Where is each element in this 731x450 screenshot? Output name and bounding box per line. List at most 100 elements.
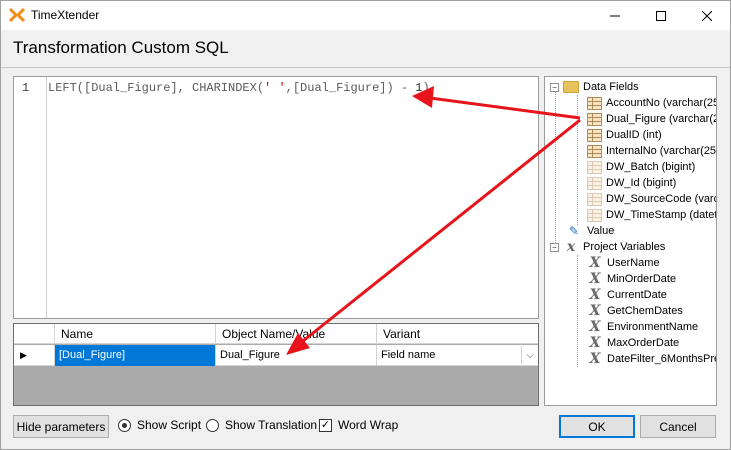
column-header-name[interactable]: Name xyxy=(55,324,216,344)
variable-x-icon: X xyxy=(589,271,601,287)
tree-variable-label: UserName xyxy=(607,257,660,269)
hide-parameters-button[interactable]: Hide parameters xyxy=(13,415,109,438)
table-field-icon xyxy=(587,128,602,142)
radio-unselected-icon[interactable] xyxy=(206,418,219,432)
param-object-cell[interactable]: Dual_Figure xyxy=(216,345,377,366)
tree-node-label: Value xyxy=(587,225,615,237)
param-variant-combo[interactable]: Field name ⌵ xyxy=(377,345,538,366)
table-row[interactable]: ▶ [Dual_Figure] Dual_Figure Field name ⌵ xyxy=(14,345,538,366)
code-string-literal: ' ' xyxy=(264,81,286,95)
tree-node-label: Project Variables xyxy=(583,241,666,253)
grid-header: Name Object Name/Value Variant xyxy=(14,324,538,344)
tree-node-value[interactable]: ✎ Value xyxy=(569,223,614,239)
collapse-icon[interactable]: − xyxy=(550,242,559,252)
tree-connector xyxy=(577,255,578,367)
param-name-cell[interactable]: [Dual_Figure] xyxy=(55,345,216,366)
variant-value: Field name xyxy=(381,349,436,361)
maximize-icon xyxy=(656,10,666,21)
tree-field-item[interactable]: Dual_Figure (varchar(2 xyxy=(587,111,717,127)
object-tree[interactable]: − Data Fields AccountNo (varchar(25 Dual… xyxy=(544,76,717,406)
dialog-window: TimeXtender Transformation Custom SQL 1 … xyxy=(0,0,731,450)
table-field-icon xyxy=(587,112,602,126)
tree-field-label: DW_SourceCode (varc xyxy=(606,193,717,205)
cancel-button[interactable]: Cancel xyxy=(640,415,716,438)
tree-variable-label: MaxOrderDate xyxy=(607,337,680,349)
tree-field-label: DualID (int) xyxy=(606,129,662,141)
variable-x-icon: x xyxy=(566,239,576,255)
checkmark-icon[interactable]: ✓ xyxy=(319,418,332,432)
radio-selected-icon[interactable] xyxy=(118,418,131,432)
variable-x-icon: X xyxy=(589,351,601,367)
tree-variable-label: CurrentDate xyxy=(607,289,667,301)
code-part: LEFT([Dual_Figure], CHARINDEX( xyxy=(48,81,265,95)
table-field-icon xyxy=(587,192,602,206)
tree-field-label: DW_Id (bigint) xyxy=(606,177,677,189)
tree-field-label: InternalNo (varchar(25 xyxy=(606,145,717,157)
tree-field-label: Dual_Figure (varchar(2 xyxy=(606,113,717,125)
parameters-grid[interactable]: Name Object Name/Value Variant ▶ [Dual_F… xyxy=(13,323,539,406)
tree-variable-item[interactable]: X GetChemDates xyxy=(587,303,683,319)
sql-code-line[interactable]: LEFT([Dual_Figure], CHARINDEX(' ',[Dual_… xyxy=(48,81,430,95)
tree-variable-item[interactable]: X DateFilter_6MonthsPre xyxy=(587,351,717,367)
tree-variable-item[interactable]: X CurrentDate xyxy=(587,287,667,303)
code-part: ,[Dual_Figure]) - xyxy=(285,81,416,95)
maximize-button[interactable] xyxy=(638,1,684,30)
close-icon xyxy=(702,10,712,21)
table-field-icon xyxy=(587,176,602,190)
window-title: TimeXtender xyxy=(31,8,100,22)
tree-field-item[interactable]: AccountNo (varchar(25 xyxy=(587,95,717,111)
line-number-gutter: 1 xyxy=(14,77,47,318)
folder-icon xyxy=(563,81,579,93)
title-bar: TimeXtender xyxy=(1,1,730,30)
tree-field-item[interactable]: DW_Batch (bigint) xyxy=(587,159,695,175)
header-separator xyxy=(1,67,730,68)
close-button[interactable] xyxy=(684,1,730,30)
column-header-variant[interactable]: Variant xyxy=(377,324,538,344)
variable-x-icon: X xyxy=(589,287,601,303)
variable-x-icon: X xyxy=(589,335,601,351)
show-translation-label: Show Translation xyxy=(225,418,318,432)
tree-variable-label: DateFilter_6MonthsPre xyxy=(607,353,717,365)
tree-node-data-fields[interactable]: − Data Fields xyxy=(550,79,639,95)
show-script-label: Show Script xyxy=(137,418,202,432)
sql-editor[interactable]: 1 LEFT([Dual_Figure], CHARINDEX(' ',[Dua… xyxy=(13,76,539,319)
table-field-icon xyxy=(587,208,602,222)
tree-field-item[interactable]: DW_TimeStamp (datet xyxy=(587,207,717,223)
tree-variable-item[interactable]: X MinOrderDate xyxy=(587,271,677,287)
tree-node-label: Data Fields xyxy=(583,81,639,93)
show-script-radio[interactable]: Show Script xyxy=(118,418,201,432)
variable-x-icon: X xyxy=(589,319,601,335)
tree-variable-label: GetChemDates xyxy=(607,305,683,317)
tree-variable-item[interactable]: X UserName xyxy=(587,255,660,271)
tree-node-project-variables[interactable]: − x Project Variables xyxy=(550,239,665,255)
ok-button[interactable]: OK xyxy=(559,415,635,438)
column-header-object[interactable]: Object Name/Value xyxy=(216,324,377,344)
table-field-icon xyxy=(587,160,602,174)
tree-field-item[interactable]: DualID (int) xyxy=(587,127,662,143)
tree-variable-label: EnvironmentName xyxy=(607,321,699,333)
tree-variable-item[interactable]: X MaxOrderDate xyxy=(587,335,680,351)
tree-field-item[interactable]: DW_SourceCode (varc xyxy=(587,191,717,207)
row-selector-arrow-icon[interactable]: ▶ xyxy=(14,345,55,366)
tree-variable-item[interactable]: X EnvironmentName xyxy=(587,319,699,335)
word-wrap-label: Word Wrap xyxy=(338,418,399,432)
tree-connector xyxy=(555,91,556,247)
tree-connector xyxy=(577,95,578,225)
tree-field-label: AccountNo (varchar(25 xyxy=(606,97,717,109)
code-part: ) xyxy=(422,81,430,95)
minimize-button[interactable] xyxy=(592,1,638,30)
table-field-icon xyxy=(587,144,602,158)
collapse-icon[interactable]: − xyxy=(550,82,559,92)
show-translation-radio[interactable]: Show Translation xyxy=(206,418,317,432)
timextender-logo-icon xyxy=(9,8,25,22)
pencil-icon: ✎ xyxy=(569,224,580,238)
tree-field-label: DW_Batch (bigint) xyxy=(606,161,696,173)
chevron-down-icon[interactable]: ⌵ xyxy=(521,346,538,364)
tree-variable-label: MinOrderDate xyxy=(607,273,677,285)
word-wrap-checkbox[interactable]: ✓ Word Wrap xyxy=(319,418,398,432)
tree-field-item[interactable]: InternalNo (varchar(25 xyxy=(587,143,716,159)
variable-x-icon: X xyxy=(589,255,601,271)
tree-field-item[interactable]: DW_Id (bigint) xyxy=(587,175,676,191)
table-field-icon xyxy=(587,96,602,110)
tree-field-label: DW_TimeStamp (datet xyxy=(606,209,717,221)
